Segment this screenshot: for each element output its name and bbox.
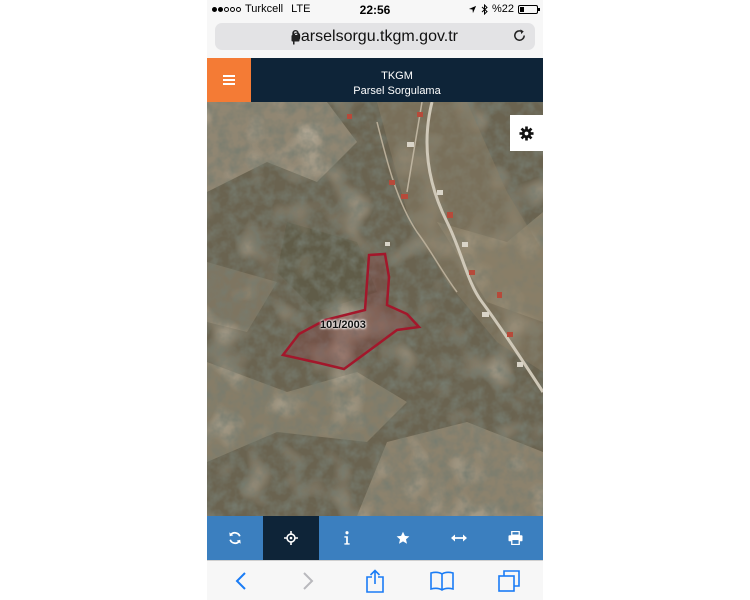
url-text[interactable]: parselsorgu.tkgm.gov.tr [215, 28, 535, 46]
measure-icon [451, 534, 467, 542]
refresh-icon [229, 531, 241, 545]
locate-icon [284, 531, 298, 545]
phone-screen: Turkcell LTE 22:56 %22 parselsorgu.tkgm.… [207, 0, 543, 600]
location-arrow-icon [468, 5, 477, 13]
map-toolbar [207, 516, 543, 560]
back-icon [235, 572, 246, 590]
info-button[interactable] [319, 516, 375, 560]
info-icon [344, 531, 350, 545]
app-header: TKGM Parsel Sorgulama [207, 58, 543, 102]
forward-icon [303, 572, 314, 590]
locate-button[interactable] [263, 516, 319, 560]
satellite-map[interactable]: 101/2003 [207, 102, 543, 516]
header-title-block: TKGM Parsel Sorgulama [251, 58, 543, 97]
parcel-label[interactable]: 101/2003 [320, 319, 366, 331]
bookmarks-icon [430, 571, 455, 591]
bookmarks-button[interactable] [409, 561, 476, 600]
status-bar: Turkcell LTE 22:56 %22 [207, 0, 543, 20]
tabs-icon [498, 570, 521, 592]
share-icon [366, 569, 384, 593]
battery-percent: %22 [491, 3, 514, 15]
print-button[interactable] [487, 516, 543, 560]
browser-address-area: parselsorgu.tkgm.gov.tr [207, 20, 543, 58]
back-button[interactable] [207, 561, 274, 600]
favorite-button[interactable] [375, 516, 431, 560]
print-icon [508, 531, 522, 545]
bluetooth-icon [481, 3, 488, 15]
settings-button[interactable] [510, 115, 543, 151]
satellite-imagery [207, 102, 543, 516]
app-title: TKGM [381, 70, 413, 82]
tabs-button[interactable] [476, 561, 543, 600]
refresh-button[interactable] [207, 516, 263, 560]
lock-icon [291, 30, 300, 42]
gear-icon [519, 125, 534, 141]
hamburger-icon [223, 73, 235, 87]
address-bar[interactable]: parselsorgu.tkgm.gov.tr [215, 23, 535, 50]
star-icon [396, 531, 410, 544]
reload-icon[interactable] [512, 28, 527, 43]
measure-button[interactable] [431, 516, 487, 560]
app-subtitle: Parsel Sorgulama [353, 85, 441, 97]
forward-button[interactable] [274, 561, 341, 600]
share-button[interactable] [341, 561, 408, 600]
browser-toolbar [207, 560, 543, 600]
battery-icon [518, 4, 540, 14]
menu-button[interactable] [207, 58, 251, 102]
